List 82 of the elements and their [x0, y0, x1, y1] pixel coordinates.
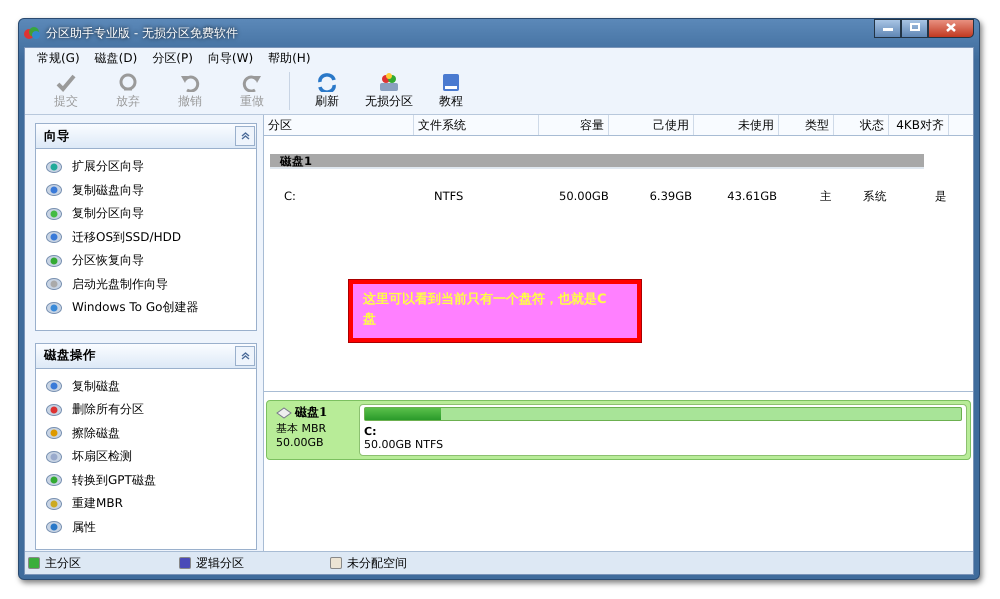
table-cell-text: 主 — [819, 188, 833, 204]
disk-group-header: 磁盘1 — [270, 154, 924, 169]
panel-title: 向导 — [44, 128, 70, 144]
sidebar-item[interactable]: 扩展分区向导 — [46, 155, 256, 178]
close-icon — [946, 22, 956, 32]
disk-icon — [46, 450, 62, 464]
legend-label: 未分配空间 — [347, 554, 407, 572]
disk-icon — [46, 230, 62, 244]
partition-detail: 50.00GB NTFS — [364, 438, 444, 451]
column-header[interactable]: 己使用 — [609, 115, 694, 135]
chevron-icon — [240, 132, 250, 140]
disk-icon — [46, 160, 62, 174]
toolbar-button[interactable]: 刷新 — [296, 72, 358, 110]
sidebar-item[interactable]: 复制磁盘 — [46, 374, 256, 398]
partition-icon — [378, 72, 400, 92]
table-cell-text: 是 — [934, 188, 948, 204]
partition-block[interactable]: C: 50.00GB NTFS — [359, 404, 967, 456]
chevron-icon — [240, 352, 250, 360]
column-header[interactable]: 类型 — [779, 115, 834, 135]
disk-icon — [46, 496, 62, 511]
refresh-icon — [316, 72, 338, 92]
sidebar-item[interactable]: 属性 — [46, 516, 256, 539]
table-cell-text: 系统 — [862, 188, 888, 204]
annotation-callout: 这里可以看到当前只有一个盘符，也就是C盘 — [349, 280, 641, 342]
app-logo-icon — [24, 26, 40, 40]
sidebar-item[interactable]: 转换到GPT磁盘 — [46, 468, 256, 492]
maximize-icon — [910, 23, 920, 31]
disk-icon — [46, 183, 62, 198]
disk-icon — [46, 206, 62, 221]
table-cell-text: C: — [283, 189, 297, 203]
sidebar-item[interactable]: 分区恢复向导 — [46, 249, 256, 272]
column-header[interactable]: 容量 — [539, 115, 609, 135]
window-title: 分区助手专业版 - 无损分区免费软件 — [46, 24, 238, 42]
menu-item[interactable]: 向导(W) — [202, 50, 262, 66]
disk-size: 50.00GB — [276, 436, 325, 449]
legend-label: 主分区 — [45, 554, 81, 572]
disk-map-card[interactable]: 磁盘1 基本 MBR 50.00GB C: 50.00GB NTFS — [266, 400, 971, 460]
disk-icon — [46, 473, 62, 488]
disk-name: 磁盘1 — [295, 404, 328, 421]
disk-icon — [46, 426, 62, 440]
column-header[interactable]: 4KB对齐 — [889, 115, 949, 135]
collapse-button[interactable] — [235, 346, 255, 366]
menu-item[interactable]: 常规(G) — [31, 50, 89, 66]
disk-icon — [46, 520, 62, 534]
sidebar-item[interactable]: 删除所有分区 — [46, 398, 256, 422]
column-header[interactable]: 状态 — [834, 115, 889, 135]
sidebar-item[interactable]: 擦除磁盘 — [46, 422, 256, 445]
disk-icon — [46, 402, 62, 417]
toolbar-button[interactable]: 无损分区 — [358, 72, 420, 110]
maximize-button[interactable] — [901, 19, 928, 38]
sidebar-item[interactable]: 重建MBR — [46, 492, 256, 516]
table-cell-text: NTFS — [433, 189, 464, 203]
sidebar-item[interactable]: 复制磁盘向导 — [46, 178, 256, 202]
legend-label: 逻辑分区 — [196, 554, 244, 572]
book-icon — [440, 72, 462, 92]
disk-icon — [46, 277, 62, 292]
partition-label: C: — [364, 425, 378, 438]
check-icon — [55, 72, 77, 92]
table-cell-text: 6.39GB — [648, 189, 693, 203]
sidebar-item[interactable]: 复制分区向导 — [46, 202, 256, 226]
disk-icon — [46, 379, 62, 394]
disk-type: 基本 MBR — [276, 421, 328, 436]
menu-item[interactable]: 帮助(H) — [262, 50, 320, 66]
column-header[interactable]: 文件系统 — [414, 115, 539, 135]
disk-icon — [46, 300, 62, 315]
menu-item[interactable]: 分区(P) — [146, 50, 202, 66]
table-cell-text: 50.00GB — [558, 189, 610, 203]
column-header[interactable]: 未使用 — [694, 115, 779, 135]
panel-title: 磁盘操作 — [44, 347, 96, 364]
close-button[interactable] — [928, 19, 974, 38]
table-cell-text: 43.61GB — [726, 189, 778, 203]
sidebar-item[interactable]: 迁移OS到SSD/HDD — [46, 226, 256, 249]
sidebar-item[interactable]: 启动光盘制作向导 — [46, 272, 256, 296]
column-header[interactable]: 分区 — [264, 115, 414, 135]
menu-item[interactable]: 磁盘(D) — [88, 50, 146, 66]
toolbar-button[interactable]: 教程 — [420, 72, 482, 110]
discard-icon — [117, 72, 139, 92]
sidebar-item[interactable]: Windows To Go创建器 — [46, 296, 256, 320]
sidebar-item[interactable]: 坏扇区检测 — [46, 445, 256, 468]
disk-icon — [46, 254, 62, 268]
minimize-button[interactable] — [874, 19, 901, 38]
collapse-button[interactable] — [235, 126, 255, 146]
